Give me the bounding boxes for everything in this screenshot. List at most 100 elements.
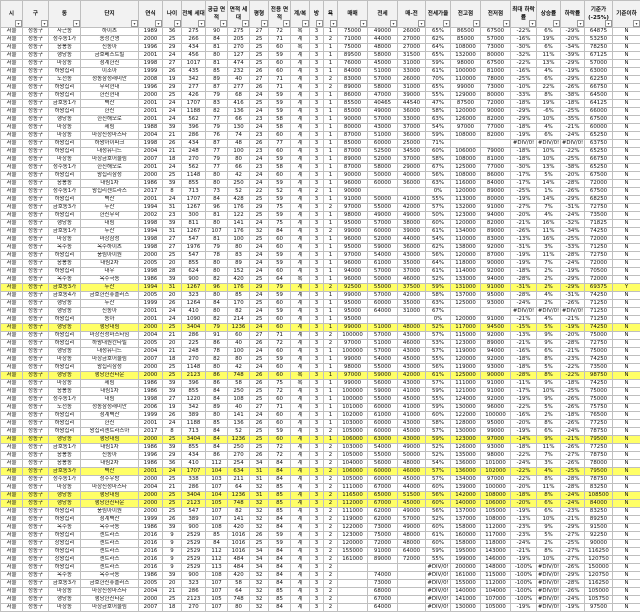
filter-dropdown-icon[interactable]: ▾ (503, 20, 510, 27)
table-cell[interactable]: 계 (291, 540, 310, 548)
table-cell[interactable]: 70% (426, 76, 451, 84)
table-cell[interactable]: 76500 (585, 412, 613, 420)
table-cell[interactable] (481, 308, 511, 316)
table-cell[interactable]: 58% (426, 108, 451, 116)
table-cell[interactable]: 두산 (81, 204, 139, 212)
table-cell[interactable]: 25 (250, 60, 269, 68)
table-cell[interactable]: 1999 (139, 300, 163, 308)
table-cell[interactable]: 82 (206, 356, 228, 364)
table-cell[interactable]: 3 (310, 404, 324, 412)
table-cell[interactable]: 성동구 (23, 316, 49, 324)
table-cell[interactable]: 49000 (398, 212, 426, 220)
table-cell[interactable]: 105000 (338, 452, 368, 460)
table-cell[interactable]: 52 (269, 188, 291, 196)
table-cell[interactable]: 대림2차 (81, 260, 139, 268)
table-cell[interactable]: 11% (537, 444, 561, 452)
table-cell[interactable]: 대림2차 (81, 460, 139, 468)
table-cell[interactable]: 84 (206, 436, 228, 444)
table-cell[interactable]: 22% (537, 84, 561, 92)
table-cell[interactable]: N (613, 244, 640, 252)
table-cell[interactable]: 성동구 (23, 212, 49, 220)
table-cell[interactable]: N (613, 564, 640, 572)
table-cell[interactable]: 55000 (368, 284, 398, 292)
table-cell[interactable]: 51000 (368, 324, 398, 332)
table-cell[interactable]: 107000 (481, 596, 511, 604)
table-cell[interactable]: 67000 (368, 500, 398, 508)
table-cell[interactable]: 마장동 (49, 484, 81, 492)
table-cell[interactable]: N (613, 132, 640, 140)
table-cell[interactable]: 250 (228, 180, 250, 188)
filter-dropdown-icon[interactable]: ▾ (577, 20, 584, 27)
table-cell[interactable]: 56000 (368, 380, 398, 388)
table-cell[interactable]: -18% (511, 148, 537, 156)
table-cell[interactable]: 대성유니드 (81, 148, 139, 156)
table-cell[interactable] (398, 580, 426, 588)
table-cell[interactable]: -29% (561, 572, 585, 580)
table-cell[interactable]: 420 (228, 572, 250, 580)
table-cell[interactable]: 성동구 (23, 548, 49, 556)
table-cell[interactable]: 하왕십리 (49, 412, 81, 420)
table-cell[interactable]: 4% (537, 124, 561, 132)
column-header[interactable]: 욕▾ (324, 1, 338, 28)
table-cell[interactable]: 2 (324, 484, 338, 492)
table-cell[interactable]: 성동구 (23, 564, 49, 572)
table-cell[interactable]: 벽산 (81, 100, 139, 108)
table-cell[interactable]: 서울 (1, 492, 23, 500)
table-cell[interactable]: 59000 (368, 244, 398, 252)
table-cell[interactable]: 계 (291, 252, 310, 260)
table-cell[interactable]: N (613, 452, 640, 460)
table-row[interactable]: 서울성동구응봉동신동아199629434812702560복3175000480… (1, 44, 640, 52)
table-cell[interactable]: -29% (561, 284, 585, 292)
table-cell[interactable]: N (613, 228, 640, 236)
table-cell[interactable]: 2% (537, 412, 561, 420)
table-cell[interactable]: 25 (250, 44, 269, 52)
table-cell[interactable]: 8% (537, 372, 561, 380)
table-cell[interactable]: N (613, 428, 640, 436)
table-cell[interactable]: 5% (537, 324, 561, 332)
table-cell[interactable]: 25 (250, 236, 269, 244)
table-cell[interactable]: 80 (206, 308, 228, 316)
table-cell[interactable]: 67000 (368, 484, 398, 492)
table-cell[interactable]: N (613, 292, 640, 300)
table-cell[interactable]: 112 (206, 460, 228, 468)
table-cell[interactable]: 60 (269, 412, 291, 420)
table-cell[interactable]: 24 (250, 260, 269, 268)
table-cell[interactable]: 55% (426, 196, 451, 204)
table-cell[interactable]: 286 (182, 588, 206, 596)
table-cell[interactable]: 36000 (398, 180, 426, 188)
table-cell[interactable]: 한신현대 (81, 92, 139, 100)
column-header[interactable]: 전저점▾ (481, 1, 511, 28)
table-cell[interactable]: 60 (269, 172, 291, 180)
table-cell[interactable]: 성동구 (23, 252, 49, 260)
table-cell[interactable]: -26% (561, 84, 585, 92)
table-cell[interactable]: 24 (250, 180, 269, 188)
table-cell[interactable]: 계 (291, 284, 310, 292)
table-cell[interactable]: 65250 (585, 132, 613, 140)
table-cell[interactable]: 성동구 (23, 460, 49, 468)
table-cell[interactable]: 9 (163, 564, 182, 572)
table-cell[interactable]: 서울 (1, 196, 23, 204)
table-cell[interactable]: 서울 (1, 172, 23, 180)
table-cell[interactable]: 마장동 (49, 604, 81, 612)
table-cell[interactable]: 4% (537, 316, 561, 324)
table-cell[interactable]: 24 (250, 412, 269, 420)
table-cell[interactable]: 1090 (182, 316, 206, 324)
table-cell[interactable]: 45000 (398, 476, 426, 484)
table-cell[interactable]: -28% (561, 340, 585, 348)
table-cell[interactable]: -35% (561, 116, 585, 124)
table-cell[interactable]: #DIV/0! (426, 596, 451, 604)
table-row[interactable]: 서울성동구사근동하이츠198936275902752772복3175000490… (1, 28, 640, 36)
table-cell[interactable]: 286 (182, 132, 206, 140)
table-cell[interactable]: 금호동3가 (49, 468, 81, 476)
table-cell[interactable]: 102000 (481, 468, 511, 476)
table-cell[interactable]: -11% (511, 380, 537, 388)
table-cell[interactable]: 25000 (398, 140, 426, 148)
table-row[interactable]: 서울성동구상왕십리센트라스2016925291124843484계3216100… (1, 556, 640, 564)
table-cell[interactable]: 72 (269, 444, 291, 452)
table-cell[interactable]: #DIV/0! (426, 564, 451, 572)
table-cell[interactable]: 104 (206, 468, 228, 476)
table-cell[interactable]: -20% (561, 36, 585, 44)
table-cell[interactable]: 84 (269, 556, 291, 564)
table-cell[interactable]: 58 (228, 380, 250, 388)
table-cell[interactable]: -26% (561, 188, 585, 196)
